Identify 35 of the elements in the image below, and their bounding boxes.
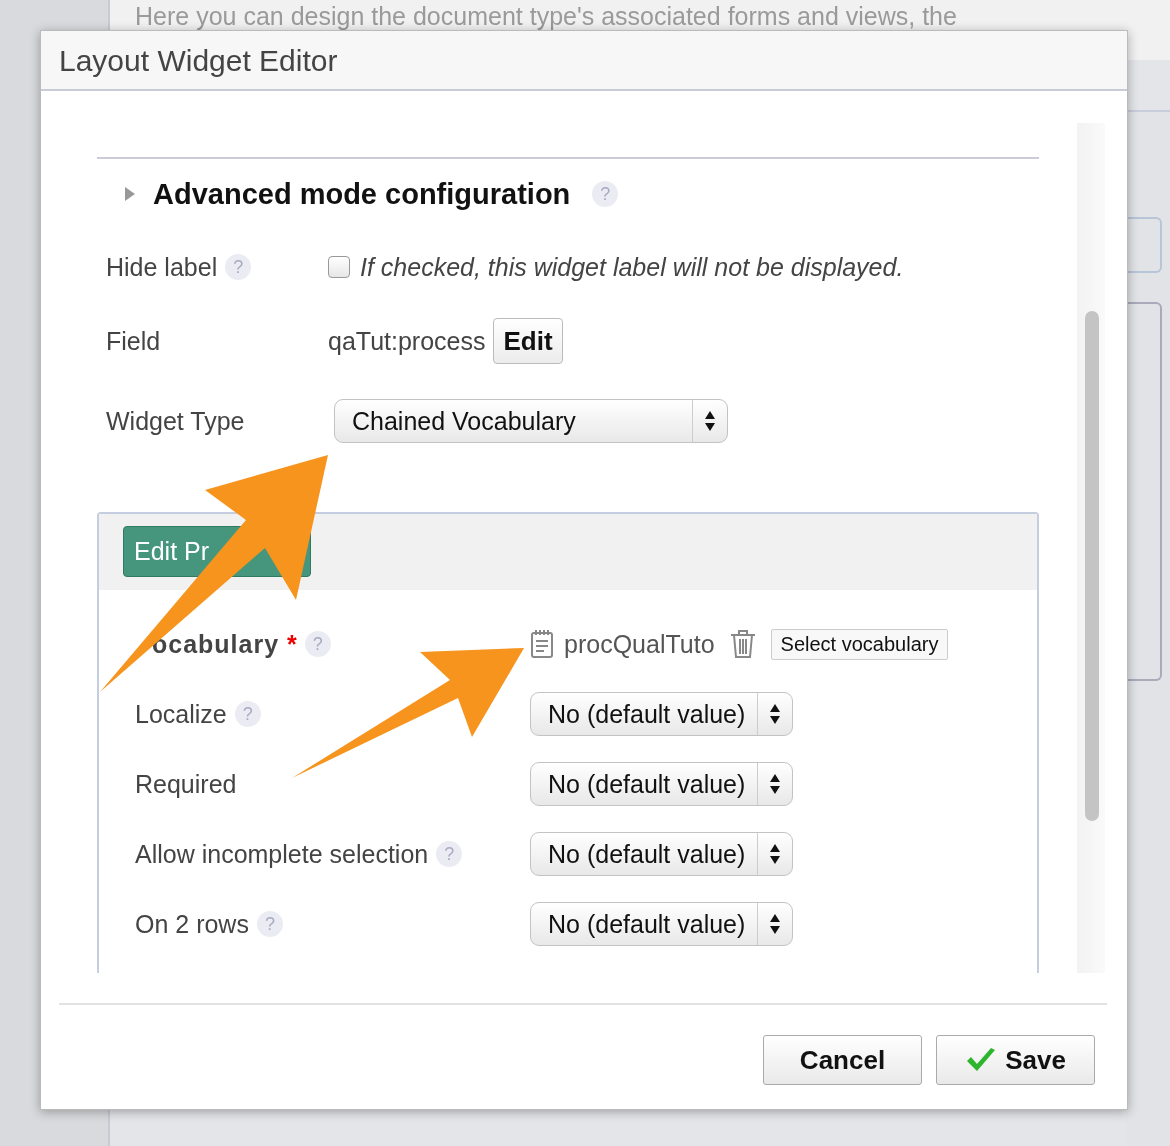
field-label: Widget Type — [106, 406, 245, 436]
intro-text: Here you can design the document type's associated forms and views, the — [135, 2, 957, 31]
select-dropdown[interactable]: No (default value) — [530, 902, 793, 946]
cancel-button[interactable]: Cancel — [763, 1035, 922, 1085]
dialog-title: Layout Widget Editor — [41, 31, 1127, 91]
updown-arrows-icon — [769, 843, 781, 865]
save-button[interactable]: Save — [936, 1035, 1095, 1085]
field-label: Hide label — [106, 252, 218, 282]
expand-triangle-icon[interactable] — [123, 186, 137, 202]
vocabulary-value: procQualTuto — [564, 629, 715, 659]
hint-text: If checked, this widget label will not be displayed. — [360, 252, 904, 282]
select-dropdown[interactable]: No (default value) — [530, 762, 793, 806]
select-dropdown[interactable]: Chained Vocabulary — [334, 399, 728, 443]
field-value: qaTut:process — [328, 326, 486, 356]
field-label: Allow incomplete selection — [135, 839, 429, 869]
select-vocabulary-button[interactable]: Select vocabulary — [770, 628, 949, 660]
updown-arrows-icon — [769, 913, 781, 935]
field-label: On 2 rows — [135, 909, 249, 939]
checkbox[interactable] — [328, 256, 350, 278]
field-label: Field — [106, 326, 161, 356]
section-title: Advanced mode configuration — [153, 177, 571, 211]
trash-icon[interactable] — [728, 629, 757, 659]
updown-arrows-icon — [769, 773, 781, 795]
required-mark: * — [287, 629, 297, 659]
edit-button[interactable]: Edit — [493, 318, 563, 364]
updown-arrows-icon — [704, 410, 716, 432]
field-label: Localize — [135, 699, 227, 729]
select-dropdown[interactable]: No (default value) — [530, 832, 793, 876]
updown-arrows-icon — [769, 703, 781, 725]
select-dropdown[interactable]: No (default value) — [530, 692, 793, 736]
field-label: ocabulary — [152, 629, 280, 659]
field-label: Required — [135, 769, 237, 799]
scrollbar[interactable] — [1077, 123, 1105, 973]
notepad-icon — [530, 629, 554, 659]
checkmark-icon — [965, 1047, 998, 1073]
